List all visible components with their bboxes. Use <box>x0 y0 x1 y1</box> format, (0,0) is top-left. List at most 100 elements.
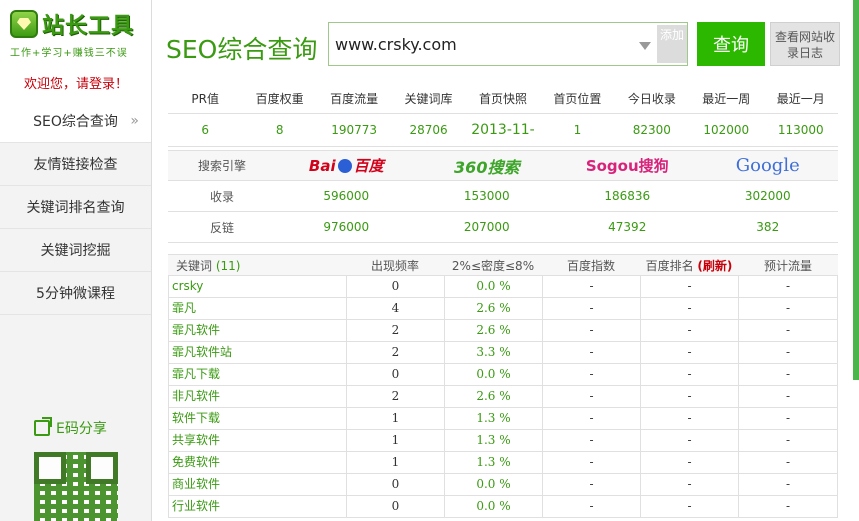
refresh-link[interactable]: (刷新) <box>697 259 732 273</box>
freq-cell: 0 <box>346 496 444 517</box>
360-backlinks[interactable]: 207000 <box>417 220 558 234</box>
keyword-cell[interactable]: 霏凡下载 <box>168 364 346 385</box>
density-cell: 2.6 % <box>444 298 542 319</box>
sidebar-item-seo[interactable]: SEO综合查询 » <box>0 100 151 143</box>
chevron-right-icon: » <box>130 113 139 129</box>
keyword-cell[interactable]: 商业软件 <box>168 474 346 495</box>
rank-header: 百度排名 (刷新) <box>645 259 733 273</box>
freq-cell: 4 <box>346 298 444 319</box>
freq-header: 出现频率 <box>370 259 419 273</box>
index-cell: - <box>542 364 640 385</box>
table-row: 软件下载 1 1.3 % - - - <box>168 408 838 430</box>
keyword-cell[interactable]: 共享软件 <box>168 430 346 451</box>
sidebar-item-friendlink[interactable]: 友情链接检查 <box>0 143 151 186</box>
add-button[interactable]: 添加 <box>657 25 687 63</box>
sidebar-item-course[interactable]: 5分钟微课程 <box>0 272 151 315</box>
keyword-cell[interactable]: 软件下载 <box>168 408 346 429</box>
stat-header: 首页位置 <box>553 92 602 106</box>
sidebar-item-label: 关键词挖掘 <box>40 243 111 259</box>
sidebar-item-keyword-mining[interactable]: 关键词挖掘 <box>0 229 151 272</box>
index-header: 百度指数 <box>566 259 615 273</box>
keyword-cell[interactable]: 行业软件 <box>168 496 346 517</box>
view-log-button[interactable]: 查看网站收录日志 <box>770 22 840 66</box>
index-cell: - <box>542 276 640 297</box>
index-cell: - <box>542 408 640 429</box>
stat-pr-value[interactable]: 6 <box>168 114 242 146</box>
sidebar-item-keyword-rank[interactable]: 关键词排名查询 <box>0 186 151 229</box>
engine-indexed-row: 收录 596000 153000 186836 302000 <box>168 181 838 212</box>
welcome-login-link[interactable]: 欢迎您，请登录！ <box>10 73 151 92</box>
chevron-down-icon[interactable] <box>639 42 651 50</box>
google-indexed[interactable]: 302000 <box>698 189 839 203</box>
sidebar-item-label: 5分钟微课程 <box>36 286 115 302</box>
keyword-table: 关键词 (11) 出现频率 2%≤密度≤8% 百度指数 百度排名 (刷新) 预计… <box>168 254 838 518</box>
sidebar: 站长工具 工作+学习+赚钱三不误 欢迎您，请登录！ SEO综合查询 » 友情链接… <box>0 0 152 521</box>
keyword-cell[interactable]: 霏凡软件站 <box>168 342 346 363</box>
freq-cell: 1 <box>346 430 444 451</box>
freq-cell: 1 <box>346 408 444 429</box>
site-logo[interactable]: 站长工具 <box>10 8 151 40</box>
query-button[interactable]: 查询 <box>697 22 765 66</box>
gem-logo-icon <box>10 10 38 38</box>
stat-header: 关键词库 <box>404 92 453 106</box>
table-row: 行业软件 0 0.0 % - - - <box>168 496 838 518</box>
sogou-logo: Sogou搜狗 <box>585 157 669 175</box>
rank-cell: - <box>640 430 738 451</box>
index-cell: - <box>542 430 640 451</box>
google-backlinks[interactable]: 382 <box>698 220 839 234</box>
stat-week-indexed[interactable]: 102000 <box>689 114 763 146</box>
rank-cell: - <box>640 386 738 407</box>
360-indexed[interactable]: 153000 <box>417 189 558 203</box>
search-input[interactable] <box>335 31 635 57</box>
sogou-backlinks[interactable]: 47392 <box>557 220 698 234</box>
baidu-backlinks[interactable]: 976000 <box>276 220 417 234</box>
rank-cell: - <box>640 452 738 473</box>
flow-cell: - <box>738 364 838 385</box>
share-link[interactable]: E码分享 <box>34 417 107 438</box>
flow-cell: - <box>738 474 838 495</box>
sidebar-item-label: 友情链接检查 <box>33 157 118 173</box>
stat-header: 最近一周 <box>702 92 751 106</box>
index-cell: - <box>542 452 640 473</box>
rank-cell: - <box>640 342 738 363</box>
flow-cell: - <box>738 452 838 473</box>
freq-cell: 2 <box>346 320 444 341</box>
index-cell: - <box>542 496 640 517</box>
baidu-logo: Bai 百度 <box>308 157 384 175</box>
stat-home-position: 1 <box>573 123 582 137</box>
keyword-rows: crsky 0 0.0 % - - - 霏凡 4 2.6 % - - - 霏凡软件 2 2.6 % - - - 霏凡… <box>168 276 838 518</box>
index-cell: - <box>542 474 640 495</box>
stat-month-indexed[interactable]: 113000 <box>764 114 838 146</box>
index-cell: - <box>542 298 640 319</box>
rank-cell: - <box>640 496 738 517</box>
page-title: SEO综合查询 <box>166 35 318 64</box>
scrollbar[interactable] <box>853 0 859 380</box>
keyword-cell[interactable]: 霏凡 <box>168 298 346 319</box>
stat-header: 首页快照 <box>478 92 527 106</box>
stat-baidu-weight[interactable]: 8 <box>242 114 316 146</box>
density-cell: 0.0 % <box>444 364 542 385</box>
stat-snapshot-date[interactable]: 2013-11-29 <box>466 114 540 171</box>
logo-text: 站长工具 <box>42 14 135 39</box>
stat-today-indexed[interactable]: 82300 <box>615 114 689 146</box>
stat-keyword-count[interactable]: 28706 <box>391 114 465 146</box>
density-cell: 1.3 % <box>444 452 542 473</box>
sogou-indexed[interactable]: 186836 <box>557 189 698 203</box>
flow-cell: - <box>738 342 838 363</box>
flow-cell: - <box>738 298 838 319</box>
keyword-header: 关键词 (11) <box>176 259 241 273</box>
table-row: 共享软件 1 1.3 % - - - <box>168 430 838 452</box>
freq-cell: 0 <box>346 474 444 495</box>
density-cell: 2.6 % <box>444 386 542 407</box>
keyword-cell[interactable]: 霏凡软件 <box>168 320 346 341</box>
engine-table: 搜索引擎 Bai 百度 360搜索 Sogou搜狗 Google 收录 59600… <box>168 150 838 243</box>
google-logo: Google <box>735 155 800 176</box>
keyword-cell[interactable]: 非凡软件 <box>168 386 346 407</box>
table-row: 霏凡软件 2 2.6 % - - - <box>168 320 838 342</box>
table-row: 免费软件 1 1.3 % - - - <box>168 452 838 474</box>
keyword-cell[interactable]: 免费软件 <box>168 452 346 473</box>
baidu-indexed[interactable]: 596000 <box>276 189 417 203</box>
rank-cell: - <box>640 320 738 341</box>
stat-baidu-traffic[interactable]: 190773 <box>317 114 391 146</box>
keyword-cell[interactable]: crsky <box>168 276 346 297</box>
